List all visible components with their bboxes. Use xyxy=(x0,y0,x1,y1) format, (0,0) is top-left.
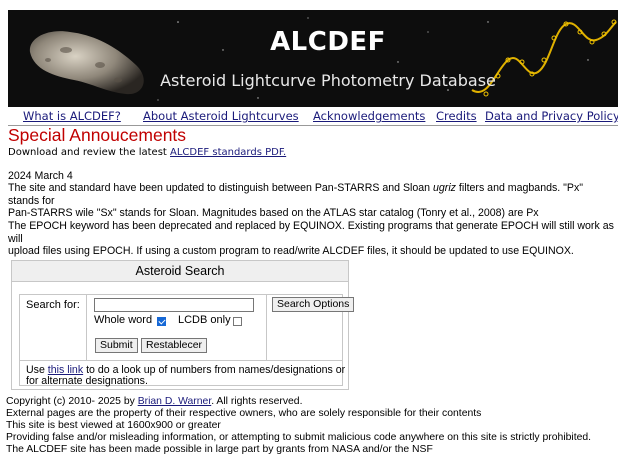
whole-word-checkbox[interactable] xyxy=(157,317,166,326)
form-col-divider-1 xyxy=(86,295,87,360)
announcement-para-1: The site and standard have been updated … xyxy=(8,182,614,220)
download-text: Download and review the latest xyxy=(8,147,171,158)
search-heading: Asteroid Search xyxy=(12,261,348,282)
para1-text-c: Pan-STARRS wile "Sx" stands for Sloan. M… xyxy=(8,207,539,219)
nav-about-lightcurves[interactable]: About Asteroid Lightcurves xyxy=(143,109,299,123)
site-banner: ALCDEF Asteroid Lightcurve Photometry Da… xyxy=(8,10,618,107)
para2-text-a: The EPOCH keyword has been deprecated an… xyxy=(8,220,614,245)
asteroid-image xyxy=(29,31,144,95)
lightcurve-image xyxy=(471,19,617,97)
search-for-label: Search for: xyxy=(26,299,80,311)
copyright-suffix: . All rights reserved. xyxy=(211,396,303,407)
whole-word-label: Whole word xyxy=(94,314,153,326)
reset-button[interactable]: Restablecer xyxy=(141,338,208,353)
para1-text-a: The site and standard have been updated … xyxy=(8,182,434,194)
lookup-help-line-2: for alternate designations. xyxy=(26,375,148,387)
footer-prohibited-note: Providing false and/or misleading inform… xyxy=(6,432,592,443)
copyright-line: Copyright (c) 2010- 2025 by Brian D. War… xyxy=(6,396,302,407)
announcement-date: 2024 March 4 xyxy=(8,170,73,182)
nav-bar: What is ALCDEF? About Asteroid Lightcurv… xyxy=(8,109,618,126)
nav-data-privacy-policy[interactable]: Data and Privacy Policy xyxy=(485,109,618,123)
submit-button[interactable]: Submit xyxy=(95,338,138,353)
author-link[interactable]: Brian D. Warner xyxy=(138,396,212,407)
search-form: Search for: Search Options Whole word LC… xyxy=(19,294,355,387)
nav-what-is-alcdef[interactable]: What is ALCDEF? xyxy=(23,109,121,123)
footer-viewing-note: This site is best viewed at 1600x900 or … xyxy=(6,420,221,431)
para2-text-b: upload files using EPOCH. If using a cus… xyxy=(8,245,574,257)
download-line: Download and review the latest ALCDEF st… xyxy=(8,147,286,158)
announcements-title: Special Annoucements xyxy=(8,125,187,145)
copyright-prefix: Copyright (c) 2010- 2025 by xyxy=(6,396,138,407)
form-row-divider xyxy=(20,360,342,361)
form-col-divider-2 xyxy=(266,295,267,360)
para1-emphasis: ugriz xyxy=(433,182,456,194)
announcement-para-2: The EPOCH keyword has been deprecated an… xyxy=(8,220,614,258)
banner-subtitle: Asteroid Lightcurve Photometry Database xyxy=(160,71,496,90)
standards-pdf-link[interactable]: ALCDEF standards PDF. xyxy=(170,147,286,158)
nav-acknowledgements[interactable]: Acknowledgements xyxy=(313,109,425,123)
lcdb-only-label: LCDB only xyxy=(178,314,231,326)
footer-external-pages: External pages are the property of their… xyxy=(6,408,482,419)
lcdb-only-checkbox[interactable] xyxy=(233,317,242,326)
asteroid-search-panel: Asteroid Search Search for: Search Optio… xyxy=(11,260,355,390)
nav-credits[interactable]: Credits xyxy=(436,109,477,123)
search-input[interactable] xyxy=(94,298,254,312)
footer-grants-note: The ALCDEF site has been made possible i… xyxy=(6,444,433,455)
banner-title: ALCDEF xyxy=(270,27,386,57)
search-options-button[interactable]: Search Options xyxy=(272,297,355,312)
